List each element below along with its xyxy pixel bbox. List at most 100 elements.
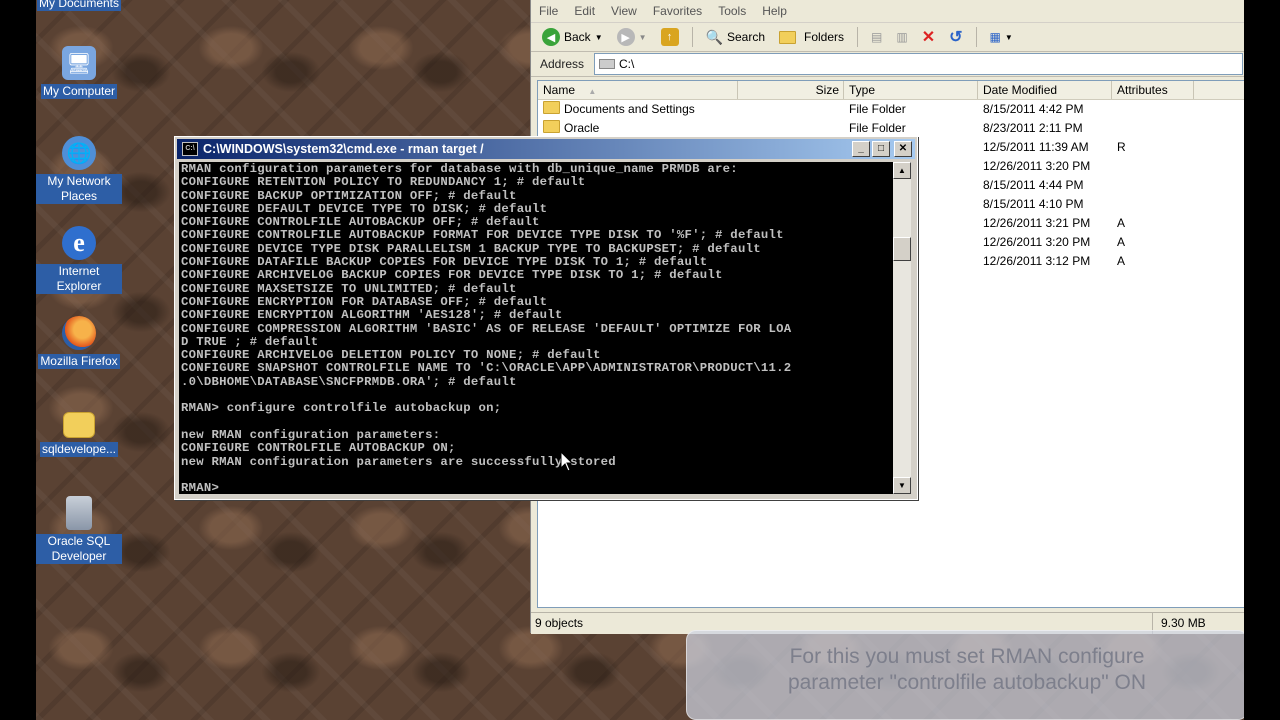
table-cell-date: 8/23/2011 2:11 PM [978, 119, 1112, 138]
explorer-toolbar: ◀ Back ▼ ▶ ▼ ↑ 🔍 Search Folders ▤ ▥ ✕ ↺ … [531, 23, 1244, 52]
desktop-icon-label: My Documents [36, 0, 122, 11]
file-list-header: Name ▲ Size Type Date Modified Attribute… [538, 81, 1244, 100]
table-cell-attr: R [1112, 138, 1194, 157]
address-label: Address [540, 57, 585, 71]
cmd-titlebar[interactable]: C:\ C:\WINDOWS\system32\cmd.exe - rman t… [177, 139, 915, 159]
up-button[interactable]: ↑ [656, 26, 684, 48]
menu-edit[interactable]: Edit [574, 4, 595, 18]
table-cell-date: 8/15/2011 4:10 PM [978, 195, 1112, 214]
desktop-icon-sqldeveloper-folder[interactable]: sqldevelope... [36, 406, 122, 457]
search-button[interactable]: 🔍 Search [701, 27, 770, 48]
column-size[interactable]: Size [738, 81, 844, 99]
delete-button[interactable]: ✕ [917, 25, 940, 49]
column-name[interactable]: Name ▲ [538, 81, 738, 99]
cell-text: 8/15/2011 4:44 PM [983, 178, 1084, 192]
folder-icon [543, 120, 560, 133]
back-arrow-icon: ◀ [542, 28, 560, 46]
folders-button[interactable]: Folders [774, 28, 849, 46]
left-letterbox [0, 0, 36, 720]
menu-file[interactable]: File [539, 4, 558, 18]
menu-help[interactable]: Help [762, 4, 787, 18]
folder-icon [543, 101, 560, 114]
toolbar-separator [857, 27, 859, 47]
cell-text: 8/15/2011 4:42 PM [983, 102, 1084, 116]
console-output[interactable]: RMAN configuration parameters for databa… [179, 162, 893, 494]
desktop-icon-my-network-places[interactable]: 🌐 My Network Places [36, 136, 122, 204]
desktop-icon-internet-explorer[interactable]: e Internet Explorer [36, 226, 122, 294]
cell-text: 12/26/2011 3:12 PM [983, 254, 1091, 268]
table-cell-attr [1112, 119, 1194, 138]
cell-text: A [1117, 254, 1126, 268]
back-button[interactable]: ◀ Back ▼ [537, 26, 608, 48]
cell-text: 12/26/2011 3:21 PM [983, 216, 1091, 230]
minimize-button[interactable]: _ [852, 141, 870, 157]
table-cell-date: 12/26/2011 3:20 PM [978, 157, 1112, 176]
network-icon: 🌐 [62, 136, 96, 170]
scroll-down-icon[interactable]: ▼ [893, 477, 911, 494]
table-cell-date: 12/26/2011 3:12 PM [978, 252, 1112, 271]
column-type[interactable]: Type [844, 81, 978, 99]
desktop-icon-label: Internet Explorer [36, 264, 122, 294]
scroll-thumb[interactable] [893, 237, 911, 261]
chevron-down-icon[interactable]: ▼ [639, 33, 647, 42]
desktop-icon-label: My Computer [40, 84, 118, 99]
delete-icon: ✕ [921, 29, 936, 46]
column-attributes[interactable]: Attributes [1112, 81, 1194, 99]
cmd-title: C:\WINDOWS\system32\cmd.exe - rman targe… [203, 142, 484, 156]
sql-developer-icon [66, 496, 92, 530]
close-button[interactable]: ✕ [894, 141, 912, 157]
console-text: RMAN configuration parameters for databa… [181, 162, 792, 494]
desktop-icon-my-computer[interactable]: 🖥 My Computer [36, 46, 122, 99]
firefox-icon [62, 316, 96, 350]
move-to-button[interactable]: ▤ [866, 28, 887, 46]
menu-favorites[interactable]: Favorites [653, 4, 702, 18]
folders-icon [779, 30, 796, 44]
cell-text: File Folder [849, 102, 906, 116]
table-cell-date: 8/15/2011 4:42 PM [978, 100, 1112, 119]
desktop-icon-label: sqldevelope... [39, 442, 119, 457]
forward-button[interactable]: ▶ ▼ [612, 26, 652, 48]
cell-text: Documents and Settings [564, 102, 695, 116]
undo-button[interactable]: ↺ [944, 25, 967, 49]
column-date-modified[interactable]: Date Modified [978, 81, 1112, 99]
internet-explorer-icon: e [62, 226, 96, 260]
maximize-button[interactable]: □ [872, 141, 890, 157]
computer-icon: 🖥 [62, 46, 96, 80]
table-cell-attr: A [1112, 233, 1194, 252]
toolbar-separator [975, 27, 977, 47]
caption-line-2: parameter "controlfile autobackup" ON [787, 671, 1147, 694]
chevron-down-icon[interactable]: ▼ [595, 33, 603, 42]
table-row[interactable]: Documents and Settings File Folder 8/15/20… [538, 100, 1244, 119]
desktop-icon-label: Oracle SQL Developer [36, 534, 122, 564]
cell-text: R [1117, 140, 1126, 154]
cell-text: 12/26/2011 3:20 PM [983, 235, 1091, 249]
search-icon: 🔍 [705, 28, 723, 45]
desktop-icon-mozilla-firefox[interactable]: Mozilla Firefox [36, 316, 122, 369]
table-cell-date: 12/26/2011 3:21 PM [978, 214, 1112, 233]
chevron-down-icon: ▼ [1004, 32, 1013, 42]
desktop-icon-label: My Network Places [36, 174, 122, 204]
explorer-menubar: File Edit View Favorites Tools Help [531, 0, 1244, 23]
menu-view[interactable]: View [611, 4, 637, 18]
menu-tools[interactable]: Tools [718, 4, 746, 18]
views-button[interactable]: ▦ ▼ [985, 28, 1018, 46]
table-cell-type: File Folder [844, 100, 978, 119]
desktop-icon-my-documents[interactable]: My Documents [36, 0, 122, 11]
desktop-icon-oracle-sql-developer[interactable]: Oracle SQL Developer [36, 496, 122, 564]
console-scrollbar[interactable]: ▲ ▼ [893, 162, 911, 494]
scroll-up-icon[interactable]: ▲ [893, 162, 911, 179]
table-cell-attr [1112, 157, 1194, 176]
copy-to-button[interactable]: ▥ [891, 28, 912, 46]
table-cell-attr: A [1112, 252, 1194, 271]
address-bar: Address C:\ [531, 52, 1244, 77]
table-cell-date: 12/5/2011 11:39 AM [978, 138, 1112, 157]
table-cell-date: 12/26/2011 3:20 PM [978, 233, 1112, 252]
views-icon: ▦ [989, 30, 1001, 44]
copy-to-icon: ▥ [896, 30, 908, 44]
sort-up-icon: ▲ [588, 87, 597, 96]
cell-text: A [1117, 235, 1126, 249]
desktop-icon-label: Mozilla Firefox [38, 354, 120, 369]
cmd-app-icon[interactable]: C:\ [182, 142, 198, 156]
caption-line-1: For this you must set RMAN configure [789, 645, 1145, 668]
address-input[interactable]: C:\ [594, 53, 1243, 75]
